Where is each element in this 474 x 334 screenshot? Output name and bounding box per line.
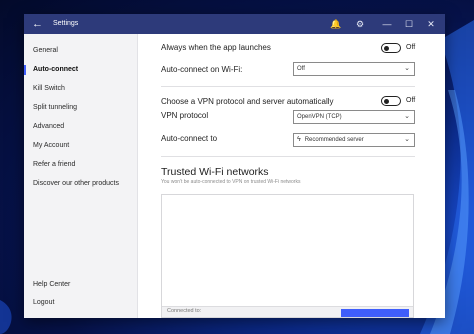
add-network-button[interactable] [341, 309, 409, 317]
list-footer: Connected to: [162, 306, 413, 317]
sidebar-item-advanced[interactable]: Advanced [24, 118, 137, 136]
protocol-select[interactable]: OpenVPN (TCP) ⌄ [293, 110, 415, 124]
server-select[interactable]: ϟ Recommended server ⌄ [293, 133, 415, 147]
divider [161, 86, 415, 87]
sidebar: General Auto-connect Kill Switch Split t… [24, 34, 138, 318]
sidebar-item-help-center[interactable]: Help Center [24, 276, 137, 294]
sidebar-item-discover-products[interactable]: Discover our other products [24, 175, 137, 193]
server-select-value: Recommended server [304, 137, 364, 143]
wifi-select-value: Off [297, 66, 305, 72]
window-title: Settings [53, 20, 79, 27]
launch-label: Always when the app launches [161, 43, 271, 52]
sidebar-item-auto-connect[interactable]: Auto-connect [24, 61, 137, 79]
bell-icon[interactable]: 🔔 [329, 17, 343, 31]
sidebar-item-logout[interactable]: Logout [24, 294, 137, 312]
maximize-icon[interactable]: ☐ [402, 17, 416, 31]
sidebar-item-kill-switch[interactable]: Kill Switch [24, 80, 137, 98]
chevron-down-icon: ⌄ [404, 65, 410, 72]
main-content: Always when the app launches Off Auto-co… [138, 34, 445, 318]
chevron-down-icon: ⌄ [404, 113, 410, 120]
sidebar-item-my-account[interactable]: My Account [24, 137, 137, 155]
trusted-networks-list[interactable]: Connected to: [161, 194, 414, 318]
sidebar-item-split-tunneling[interactable]: Split tunneling [24, 99, 137, 117]
sidebar-item-refer-a-friend[interactable]: Refer a friend [24, 156, 137, 174]
connected-to-label: Connected to: [167, 308, 202, 314]
trusted-networks-title: Trusted Wi-Fi networks [161, 166, 269, 178]
close-icon[interactable]: ✕ [424, 17, 438, 31]
launch-toggle-state: Off [406, 44, 416, 51]
trusted-networks-subtitle: You won't be auto-connected to VPN on tr… [161, 179, 301, 185]
launch-toggle[interactable] [381, 43, 401, 53]
settings-window: ← Settings 🔔 ⚙ — ☐ ✕ General Auto-connec… [24, 14, 445, 318]
divider [161, 156, 415, 157]
minimize-icon[interactable]: — [380, 17, 394, 31]
chevron-down-icon: ⌄ [404, 136, 410, 143]
wifi-label: Auto-connect on Wi-Fi: [161, 65, 243, 74]
choose-toggle[interactable] [381, 96, 401, 106]
sidebar-item-general[interactable]: General [24, 42, 137, 60]
choose-label: Choose a VPN protocol and server automat… [161, 97, 334, 106]
choose-toggle-state: Off [406, 97, 416, 104]
back-button[interactable]: ← [32, 17, 43, 31]
autoconnect-to-label: Auto-connect to [161, 134, 218, 143]
wifi-select[interactable]: Off ⌄ [293, 62, 415, 76]
protocol-label: VPN protocol [161, 111, 209, 120]
lightning-bolt-icon: ϟ [297, 136, 301, 143]
gear-icon[interactable]: ⚙ [353, 17, 367, 31]
title-bar: ← Settings 🔔 ⚙ — ☐ ✕ [24, 14, 445, 34]
protocol-select-value: OpenVPN (TCP) [297, 114, 342, 120]
